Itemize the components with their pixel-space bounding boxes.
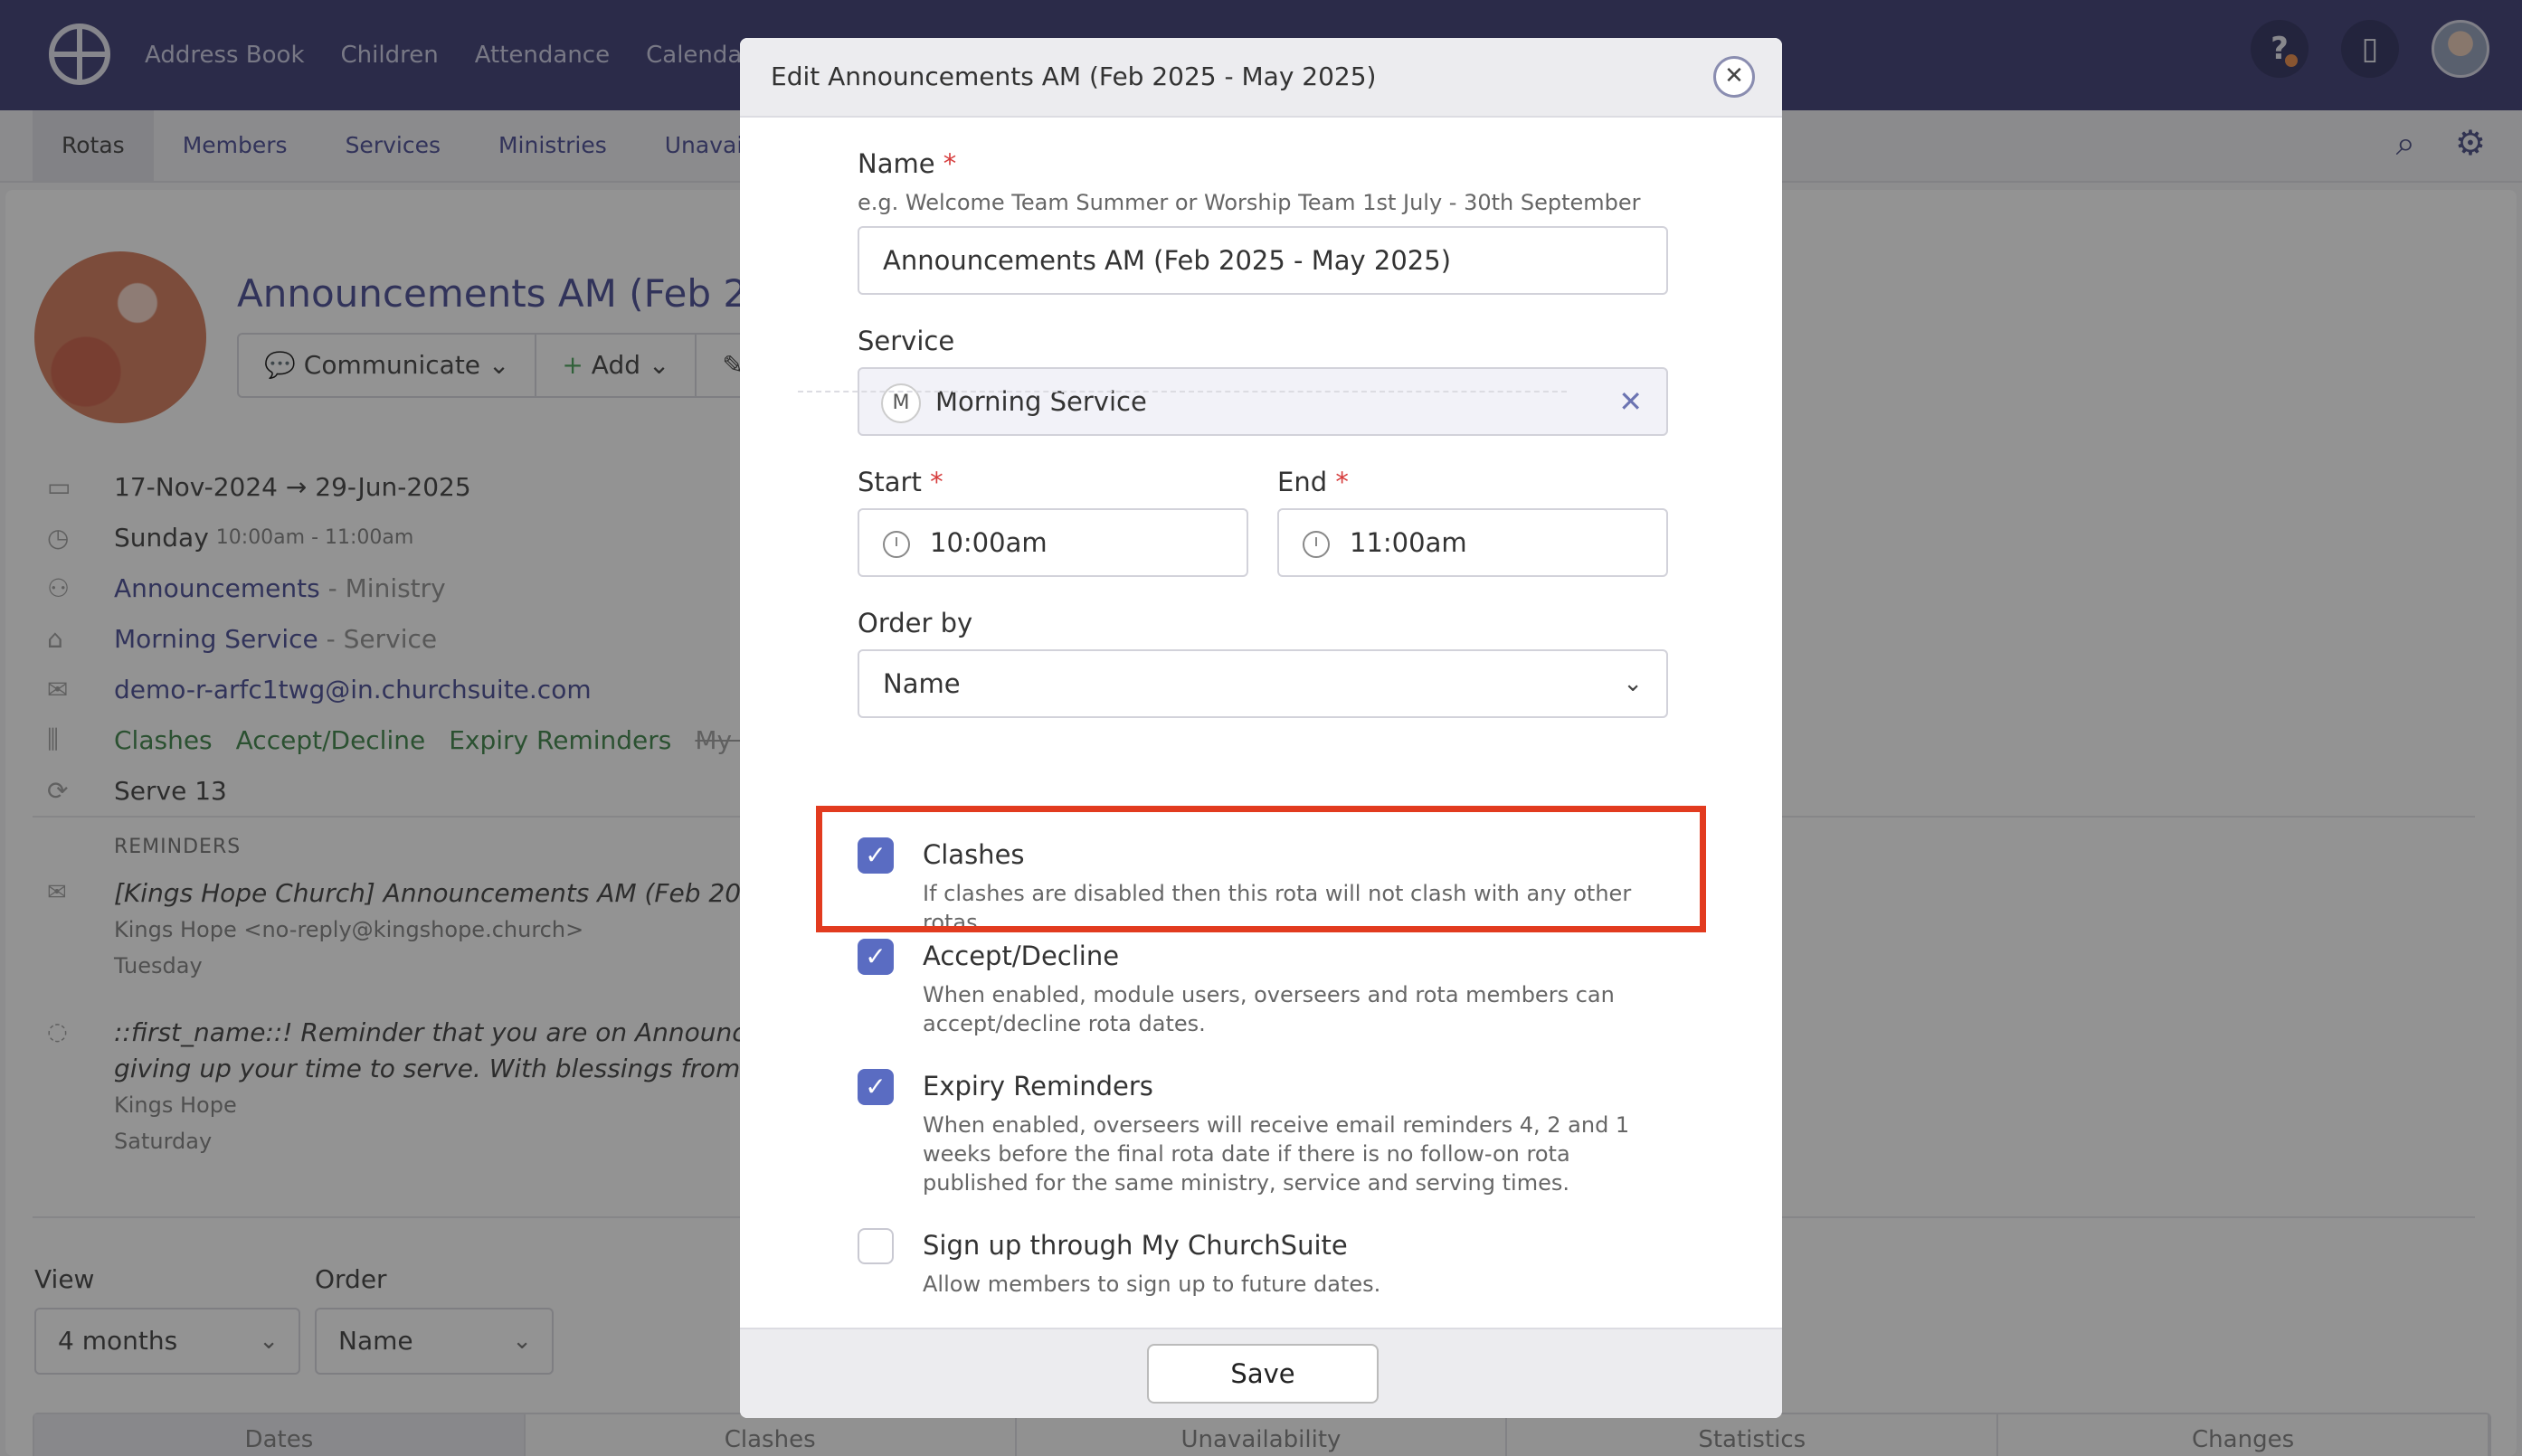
accept-decline-desc: When enabled, module users, overseers an… (923, 982, 1615, 1036)
accept-decline-title: Accept/Decline (923, 941, 1120, 971)
clashes-highlight-box (816, 806, 1706, 932)
name-label: Name * (858, 148, 956, 179)
clock-icon (1303, 531, 1330, 558)
signup-desc: Allow members to sign up to future dates… (923, 1272, 1381, 1297)
order-by-select[interactable]: Name ⌄ (858, 649, 1668, 718)
service-select[interactable]: M Morning Service ✕ (858, 367, 1668, 436)
name-input-value: Announcements AM (Feb 2025 - May 2025) (883, 245, 1452, 276)
expiry-reminders-title: Expiry Reminders (923, 1071, 1153, 1101)
accept-decline-checkbox[interactable]: ✓ (858, 939, 894, 975)
section-divider (798, 391, 1567, 392)
end-time-value: 11:00am (1350, 527, 1467, 558)
name-input[interactable]: Announcements AM (Feb 2025 - May 2025) (858, 226, 1668, 295)
order-by-value: Name (883, 668, 961, 699)
modal-title: Edit Announcements AM (Feb 2025 - May 20… (771, 61, 1377, 91)
end-label-text: End (1277, 467, 1328, 497)
signup-checkbox[interactable]: ✓ (858, 1228, 894, 1264)
start-time-value: 10:00am (930, 527, 1048, 558)
save-button[interactable]: Save (1147, 1344, 1379, 1404)
clear-icon[interactable]: ✕ (1618, 369, 1643, 434)
required-mark: * (943, 148, 957, 179)
order-by-label: Order by (858, 608, 973, 638)
service-label: Service (858, 326, 955, 356)
required-mark: * (1335, 467, 1349, 497)
name-label-text: Name (858, 148, 935, 179)
modal-header: Edit Announcements AM (Feb 2025 - May 20… (740, 38, 1782, 118)
service-badge: M (881, 383, 921, 423)
end-label: End * (1277, 467, 1349, 497)
expiry-reminders-desc: When enabled, overseers will receive ema… (923, 1112, 1630, 1196)
close-icon[interactable]: ✕ (1713, 56, 1755, 98)
modal-footer: Save (740, 1328, 1782, 1418)
name-hint: e.g. Welcome Team Summer or Worship Team… (858, 190, 1641, 215)
chevron-down-icon: ⌄ (1623, 670, 1643, 697)
signup-title: Sign up through My ChurchSuite (923, 1230, 1348, 1261)
edit-rota-modal: Edit Announcements AM (Feb 2025 - May 20… (740, 38, 1782, 1418)
start-label: Start * (858, 467, 943, 497)
start-label-text: Start (858, 467, 922, 497)
clock-icon (883, 531, 910, 558)
required-mark: * (930, 467, 943, 497)
start-time-input[interactable]: 10:00am (858, 508, 1248, 577)
expiry-reminders-checkbox[interactable]: ✓ (858, 1069, 894, 1105)
end-time-input[interactable]: 11:00am (1277, 508, 1668, 577)
